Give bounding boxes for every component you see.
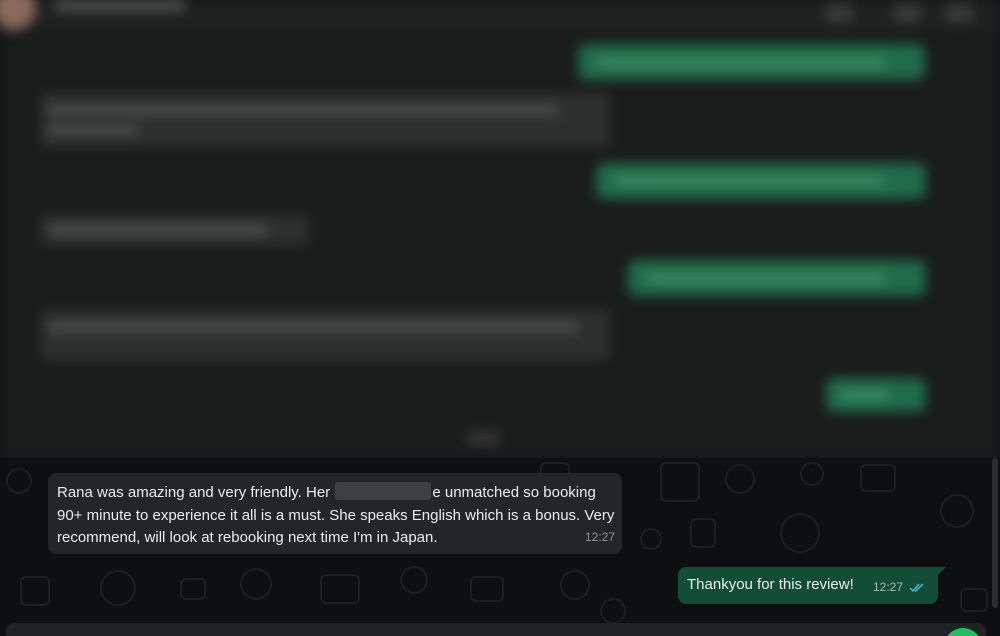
- blurred-message: [826, 378, 926, 412]
- scroll-down-indicator: [465, 430, 501, 446]
- wallpaper-doodle: [100, 570, 136, 606]
- wallpaper-doodle: [600, 598, 626, 624]
- contact-name[interactable]: [55, 0, 185, 10]
- message-time: 12:27: [873, 580, 904, 594]
- wallpaper-doodle: [6, 468, 32, 494]
- avatar[interactable]: [0, 0, 36, 30]
- chat-messages: Rana was amazing and very friendly. Her …: [0, 458, 1000, 636]
- wallpaper-doodle: [940, 494, 974, 528]
- blurred-conversation: [0, 0, 1000, 460]
- wallpaper-doodle: [690, 518, 716, 548]
- blurred-message: [40, 214, 310, 246]
- chat-header: [0, 0, 1000, 30]
- wallpaper-doodle: [780, 513, 820, 553]
- wallpaper-doodle: [180, 578, 206, 600]
- blurred-message: [628, 260, 926, 296]
- blurred-message: [596, 163, 926, 199]
- wallpaper-doodle: [660, 462, 700, 502]
- message-composer[interactable]: [6, 623, 986, 636]
- wallpaper-doodle: [400, 566, 428, 594]
- menu-icon[interactable]: [945, 4, 973, 22]
- wallpaper-doodle: [320, 574, 360, 604]
- search-icon[interactable]: [893, 4, 921, 22]
- scrollbar[interactable]: [992, 458, 998, 608]
- wallpaper-doodle: [240, 568, 272, 600]
- whatsapp-window: Rana was amazing and very friendly. Her …: [0, 0, 1000, 636]
- wallpaper-doodle: [640, 528, 662, 550]
- wallpaper-doodle: [470, 576, 504, 602]
- outgoing-message[interactable]: Thankyou for this review! 12:27: [678, 567, 946, 604]
- blurred-message: [40, 309, 610, 361]
- redacted-text: [335, 482, 432, 500]
- blurred-message: [40, 92, 610, 148]
- message-text: Thankyou for this review!: [687, 576, 854, 593]
- message-time: 12:27: [584, 529, 615, 544]
- wallpaper-doodle: [800, 462, 824, 486]
- message-text: Rana was amazing and very friendly. Her …: [57, 482, 617, 550]
- blurred-message: [578, 44, 925, 80]
- wallpaper-doodle: [725, 464, 755, 494]
- message-text-part: Rana was amazing and very friendly. Her: [57, 484, 331, 501]
- double-check-icon: [909, 580, 925, 597]
- wallpaper-doodle: [860, 464, 896, 492]
- video-call-icon[interactable]: [825, 4, 853, 22]
- wallpaper-doodle: [560, 570, 590, 600]
- wallpaper-doodle: [960, 588, 988, 612]
- wallpaper-doodle: [20, 576, 50, 606]
- incoming-message[interactable]: Rana was amazing and very friendly. Her …: [48, 473, 622, 554]
